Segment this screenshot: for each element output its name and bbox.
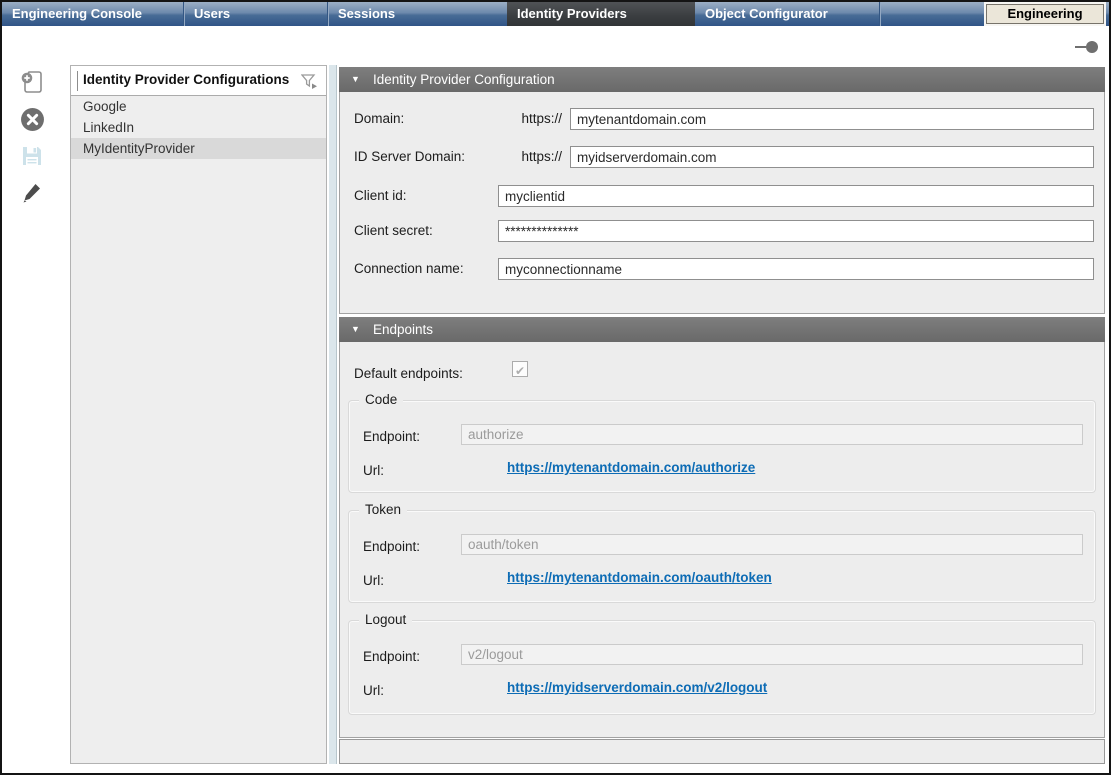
tab-sessions[interactable]: Sessions xyxy=(328,2,507,26)
endpoints-section-body: Default endpoints: ✔ Code Endpoint: Url:… xyxy=(339,342,1105,738)
header-accent-line xyxy=(77,71,78,91)
client-secret-input[interactable] xyxy=(498,220,1094,242)
code-group-legend: Code xyxy=(359,392,403,407)
default-endpoints-checkbox: ✔ xyxy=(512,361,528,377)
add-document-icon[interactable] xyxy=(18,68,46,96)
token-group: Token Endpoint: Url: https://mytenantdom… xyxy=(348,510,1096,603)
domain-input[interactable] xyxy=(570,108,1094,130)
logout-url-label: Url: xyxy=(363,680,384,701)
top-nav-bar: Engineering Console Users Sessions Ident… xyxy=(2,2,1109,26)
logout-group-legend: Logout xyxy=(359,612,412,627)
list-item-linkedin[interactable]: LinkedIn xyxy=(71,117,326,138)
token-url-label: Url: xyxy=(363,570,384,591)
token-endpoint-label: Endpoint: xyxy=(363,536,420,557)
list-item-google[interactable]: Google xyxy=(71,96,326,117)
token-endpoint-input xyxy=(461,534,1083,555)
connection-name-input[interactable] xyxy=(498,258,1094,280)
id-server-domain-input[interactable] xyxy=(570,146,1094,168)
logout-endpoint-input xyxy=(461,644,1083,665)
left-toolbar xyxy=(18,68,52,216)
code-url-label: Url: xyxy=(363,460,384,481)
default-endpoints-label: Default endpoints: xyxy=(354,363,463,385)
logout-group: Logout Endpoint: Url: https://myidserver… xyxy=(348,620,1096,715)
logout-url-link[interactable]: https://myidserverdomain.com/v2/logout xyxy=(507,680,767,695)
token-url-link[interactable]: https://mytenantdomain.com/oauth/token xyxy=(507,570,772,585)
id-server-domain-prefix: https:// xyxy=(480,146,562,168)
endpoints-section-header[interactable]: ▼ Endpoints xyxy=(339,317,1105,342)
engineering-mode-button[interactable]: Engineering xyxy=(986,4,1104,24)
idp-list-title: Identity Provider Configurations xyxy=(83,72,289,87)
checkmark-icon: ✔ xyxy=(515,364,525,378)
filter-icon[interactable] xyxy=(301,74,319,89)
collapsed-bottom-section[interactable] xyxy=(339,739,1105,764)
token-group-legend: Token xyxy=(359,502,407,517)
domain-prefix: https:// xyxy=(480,108,562,130)
logout-endpoint-label: Endpoint: xyxy=(363,646,420,667)
edit-pencil-icon[interactable] xyxy=(18,179,46,207)
code-group: Code Endpoint: Url: https://mytenantdoma… xyxy=(348,400,1096,493)
code-endpoint-label: Endpoint: xyxy=(363,426,420,447)
domain-label: Domain: xyxy=(354,108,404,130)
delete-icon[interactable] xyxy=(18,105,46,133)
idp-list-header: Identity Provider Configurations xyxy=(71,66,326,96)
app-window: Engineering Console Users Sessions Ident… xyxy=(0,0,1111,775)
collapse-triangle-icon[interactable]: ▼ xyxy=(351,67,360,92)
tab-users[interactable]: Users xyxy=(184,2,328,26)
config-section-body: Domain: https:// ID Server Domain: https… xyxy=(339,92,1105,314)
tab-identity-providers[interactable]: Identity Providers xyxy=(507,2,695,26)
id-server-domain-label: ID Server Domain: xyxy=(354,146,465,168)
list-item-myidentityprovider[interactable]: MyIdentityProvider xyxy=(71,138,326,159)
configuration-panel: ▼ Identity Provider Configuration Domain… xyxy=(339,67,1105,769)
connection-name-label: Connection name: xyxy=(354,258,464,280)
idp-list-panel: Identity Provider Configurations Google … xyxy=(70,65,327,764)
config-section-header[interactable]: ▼ Identity Provider Configuration xyxy=(339,67,1105,92)
client-secret-label: Client secret: xyxy=(354,220,433,242)
client-id-input[interactable] xyxy=(498,185,1094,207)
endpoints-section-title: Endpoints xyxy=(373,322,433,337)
panel-splitter[interactable] xyxy=(329,65,337,764)
collapse-triangle-icon[interactable]: ▼ xyxy=(351,317,360,342)
code-url-link[interactable]: https://mytenantdomain.com/authorize xyxy=(507,460,755,475)
client-id-label: Client id: xyxy=(354,185,407,207)
tab-object-configurator[interactable]: Object Configurator xyxy=(695,2,880,26)
tab-engineering-console[interactable]: Engineering Console xyxy=(2,2,184,26)
code-endpoint-input xyxy=(461,424,1083,445)
config-section-title: Identity Provider Configuration xyxy=(373,72,555,87)
pin-toggle-icon[interactable] xyxy=(1075,40,1099,54)
idp-list-items: Google LinkedIn MyIdentityProvider xyxy=(71,96,326,159)
save-icon xyxy=(18,142,46,170)
